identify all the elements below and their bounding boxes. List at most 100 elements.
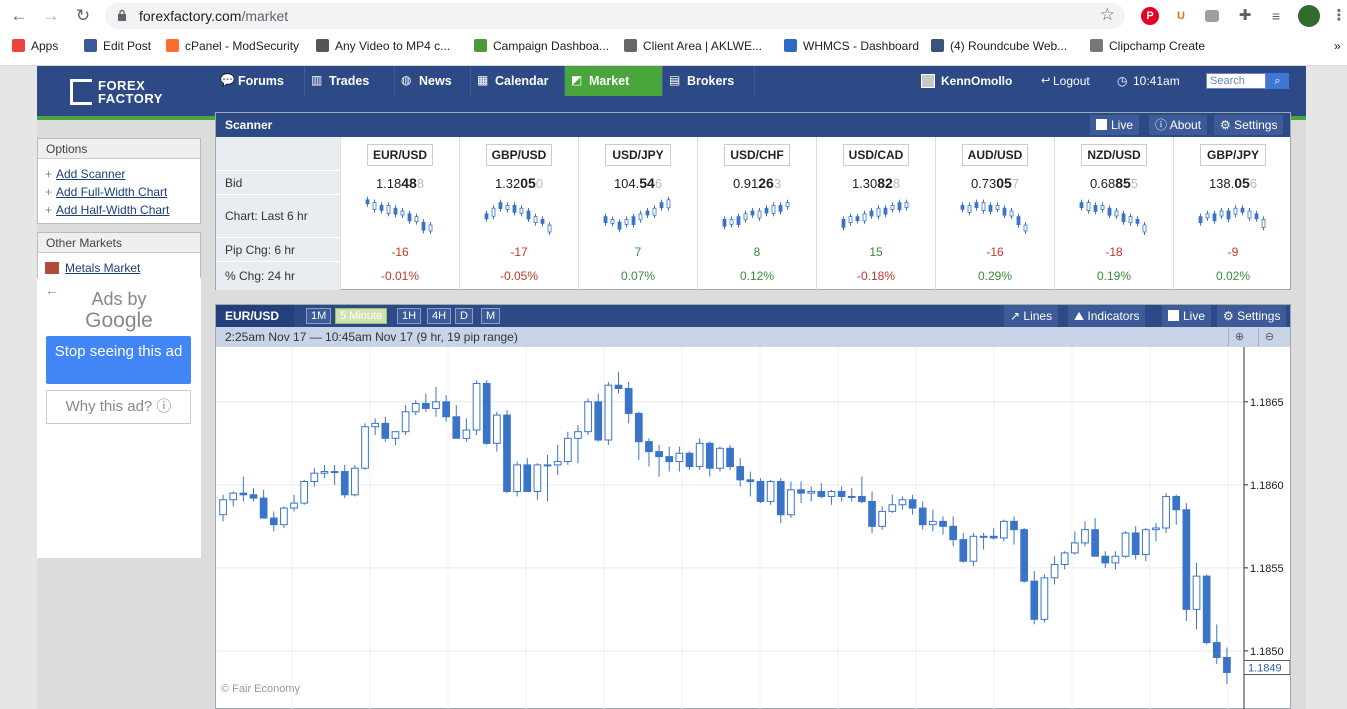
bid-prefix: 138. (1208, 176, 1235, 191)
database-extension-icon[interactable] (1205, 10, 1219, 22)
scanner-pair-label[interactable]: EUR/USD (367, 144, 433, 166)
bookmarks-more-icon[interactable]: » (1334, 39, 1341, 53)
bid-prefix: 1.18 (375, 176, 402, 191)
y-tick-label: 1.1850 (1250, 646, 1284, 658)
zoom-in-icon[interactable]: ⊕ (1228, 328, 1250, 346)
chart-settings-button[interactable]: ⚙ Settings (1217, 305, 1287, 327)
scanner-pair-label[interactable]: GBP/USD (486, 144, 552, 166)
scanner-column-usd-jpy[interactable]: USD/JPY 104.546 7 0.07% (578, 137, 696, 290)
user-menu[interactable]: KennOmollo (921, 66, 1039, 96)
bookmark-item[interactable]: Campaign Dashboa... (474, 39, 609, 53)
logout-link[interactable]: ↩ Logout (1041, 66, 1111, 96)
chart-pair-selector[interactable]: EUR/USD (216, 305, 294, 327)
other-market-link[interactable]: Metals Market (45, 259, 200, 277)
bookmark-item[interactable]: Edit Post (84, 39, 151, 53)
profile-avatar[interactable] (1298, 5, 1320, 27)
candle-body (391, 431, 400, 439)
chart-live-checkbox[interactable] (1168, 310, 1179, 321)
why-this-ad-button[interactable]: Why this ad? ⓘ (46, 390, 191, 424)
lines-button[interactable]: ↗ Lines (1004, 305, 1059, 327)
forward-icon[interactable]: → (40, 5, 62, 27)
nav-tab-news[interactable]: ◍ News (395, 66, 471, 96)
candle-body (939, 520, 947, 527)
scanner-column-gbp-jpy[interactable]: GBP/JPY 138.056 -9 0.02% (1173, 137, 1291, 290)
media-control-icon[interactable]: ≡ (1267, 7, 1285, 25)
scanner-column-aud-usd[interactable]: AUD/USD 0.73057 -16 0.29% (935, 137, 1053, 290)
candle-body (908, 499, 917, 509)
scanner-pair-label[interactable]: AUD/USD (962, 144, 1028, 166)
scanner-pair-label[interactable]: USD/CHF (724, 144, 790, 166)
zoom-out-icon[interactable]: ⊖ (1258, 328, 1280, 346)
sparkline-candle (1205, 213, 1210, 219)
nav-tab-calendar[interactable]: ▦ Calendar (471, 66, 565, 96)
candle-body (361, 426, 369, 469)
scanner-column-nzd-usd[interactable]: NZD/USD 0.68855 -18 0.19% (1054, 137, 1172, 290)
scanner-about-button[interactable]: ⓘ About (1149, 115, 1208, 135)
trades-icon: ▥ (311, 73, 323, 87)
scanner-live-toggle[interactable]: Live (1090, 115, 1140, 135)
indicators-button[interactable]: ⛰ Indicators (1068, 305, 1146, 327)
sparkline-candle (1135, 218, 1140, 224)
sparkline-candle (638, 213, 643, 221)
scanner-column-usd-chf[interactable]: USD/CHF 0.91263 8 0.12% (697, 137, 815, 290)
candle-body (280, 507, 288, 526)
candle-body (645, 441, 653, 453)
sparkline-candle (484, 213, 489, 220)
scanner-column-gbp-usd[interactable]: GBP/USD 1.32050 -17 -0.05% (459, 137, 577, 290)
stop-seeing-ad-button[interactable]: Stop seeing this ad (46, 336, 191, 384)
candle-body (523, 464, 532, 492)
address-bar[interactable]: forexfactory.com/market ☆ (105, 3, 1125, 29)
candlestick-chart[interactable]: 1.1850 1.1855 1.1860 1.1865 1.1849 (216, 347, 1290, 709)
y-tick-label: 1.1860 (1250, 480, 1284, 492)
back-icon[interactable]: ← (8, 5, 30, 27)
site-search-input[interactable]: Search (1206, 73, 1266, 89)
forex-factory-logo[interactable]: FOREX FACTORY (70, 76, 165, 106)
bookmark-item[interactable]: Client Area | AKLWE... (624, 39, 762, 53)
sidebar-option-link[interactable]: + Add Half-Width Chart (45, 201, 200, 219)
sparkline-candle (736, 216, 741, 226)
pinterest-extension-icon[interactable]: P (1141, 7, 1159, 25)
nav-tab-forums[interactable]: 💬 Forums (214, 66, 305, 96)
timeframe-button-1h[interactable]: 1H (397, 308, 422, 324)
bookmark-item[interactable]: WHMCS - Dashboard (784, 39, 919, 53)
bookmark-item[interactable]: Clipchamp Create (1090, 39, 1205, 53)
candle-body (432, 401, 440, 409)
scanner-pair-label[interactable]: USD/CAD (843, 144, 909, 166)
candle-body (249, 494, 258, 499)
sidebar-option-link[interactable]: + Add Scanner (45, 165, 200, 183)
candle-body (888, 504, 897, 512)
timeframe-button-1m[interactable]: 1M (306, 308, 332, 324)
scanner-pair-label[interactable]: GBP/JPY (1200, 144, 1266, 166)
timeframe-button-d[interactable]: D (455, 308, 473, 324)
nav-tab-trades[interactable]: ▥ Trades (305, 66, 395, 96)
nav-tab-brokers[interactable]: ▤ Brokers (663, 66, 755, 96)
u-extension-icon[interactable]: U (1172, 7, 1190, 25)
scanner-pair-label[interactable]: NZD/USD (1081, 144, 1147, 166)
bookmark-star-icon[interactable]: ☆ (1100, 5, 1115, 25)
scanner-column-eur-usd[interactable]: EUR/USD 1.18488 -16 -0.01% (340, 137, 458, 290)
nav-tab-market[interactable]: ◩ Market (565, 66, 663, 96)
reload-icon[interactable]: ↻ (72, 5, 94, 27)
browser-menu-icon[interactable]: ⋮ (1330, 7, 1347, 25)
nav-tab-label: Brokers (687, 74, 735, 88)
scanner-pair-label[interactable]: USD/JPY (605, 144, 671, 166)
puzzle-extension-icon[interactable]: ✚ (1236, 7, 1254, 25)
timeframe-button-m[interactable]: M (481, 308, 501, 324)
candle-body (695, 442, 704, 468)
scanner-settings-button[interactable]: ⚙ Settings (1214, 115, 1284, 135)
search-icon[interactable]: ⌕ (1266, 73, 1289, 89)
scanner-column-usd-cad[interactable]: USD/CAD 1.30828 15 -0.18% (816, 137, 934, 290)
timeframe-button-5-minute[interactable]: 5 Minute (335, 308, 388, 324)
chart-live-toggle[interactable]: Live (1162, 305, 1212, 327)
candle-body (300, 481, 309, 504)
bookmark-item[interactable]: (4) Roundcube Web... (931, 39, 1067, 53)
bookmark-item[interactable]: Any Video to MP4 c... (316, 39, 450, 53)
bookmarks-bar: Apps Edit Post cPanel - ModSecurity Any Vid… (0, 33, 1347, 61)
timeframe-button-4h[interactable]: 4H (427, 308, 452, 324)
live-checkbox[interactable] (1096, 119, 1107, 130)
sidebar-option-link[interactable]: + Add Full-Width Chart (45, 183, 200, 201)
plus-icon: + (45, 167, 53, 181)
logo-line2: FACTORY (98, 91, 163, 106)
bookmark-item[interactable]: Apps (12, 39, 58, 53)
bookmark-item[interactable]: cPanel - ModSecurity (166, 39, 299, 53)
